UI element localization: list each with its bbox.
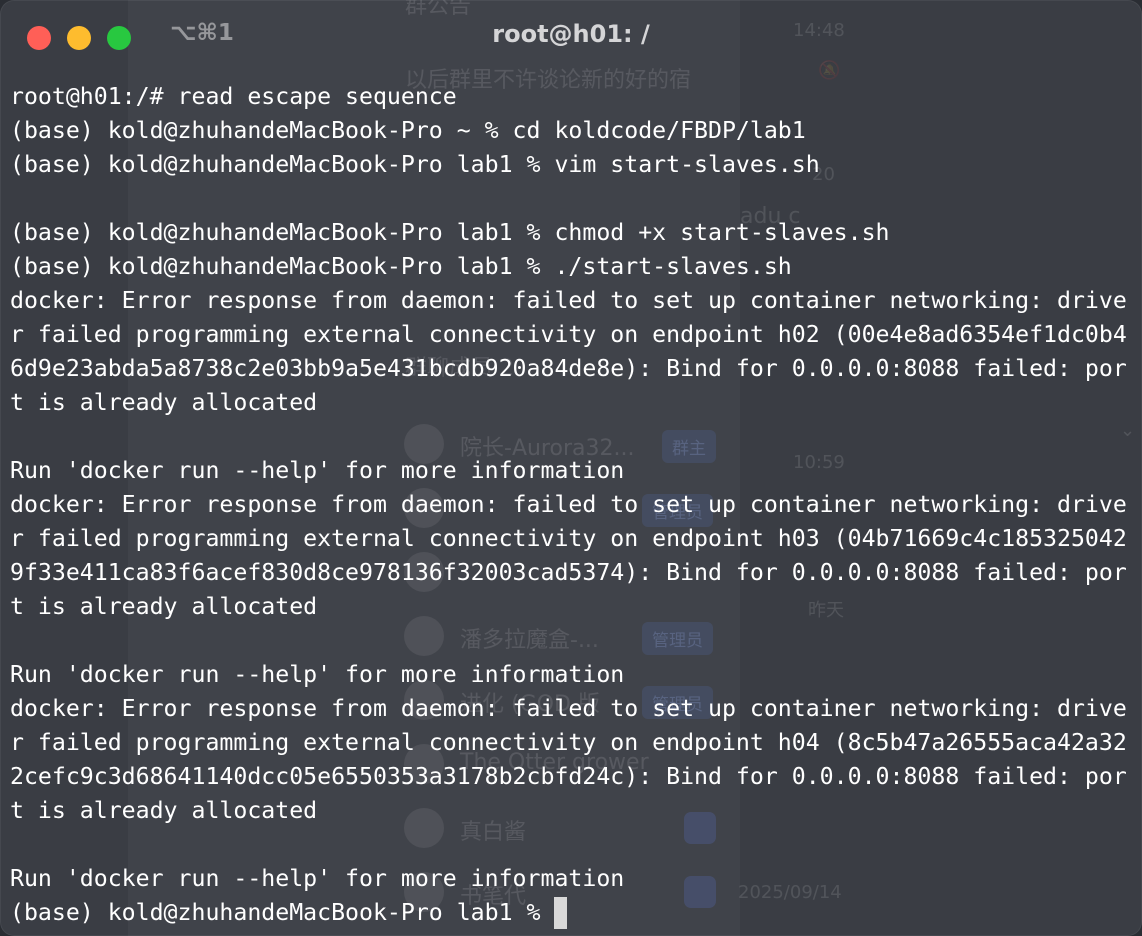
terminal-line: docker: Error response from daemon: fail… xyxy=(10,287,1127,314)
terminal-line: Run 'docker run --help' for more informa… xyxy=(10,865,625,892)
title-bar[interactable]: ⌥⌘1 root@h01: / xyxy=(0,0,1142,76)
terminal-line: (base) kold@zhuhandeMacBook-Pro lab1 % v… xyxy=(10,151,820,178)
terminal-output[interactable]: root@h01:/# read escape sequence (base) … xyxy=(10,80,1135,932)
terminal-line: (base) kold@zhuhandeMacBook-Pro lab1 % .… xyxy=(10,253,792,280)
terminal-line: docker: Error response from daemon: fail… xyxy=(10,491,1127,518)
terminal-line: 6d9e23abda5a8738c2e03bb9a5e431bcdb920a84… xyxy=(10,355,1127,382)
terminal-line: (base) kold@zhuhandeMacBook-Pro lab1 % c… xyxy=(10,219,890,246)
terminal-line: r failed programming external connectivi… xyxy=(10,729,1127,756)
terminal-line: root@h01:/# read escape sequence xyxy=(10,83,457,110)
terminal-cursor[interactable] xyxy=(554,897,568,929)
terminal-line: t is already allocated xyxy=(10,389,318,416)
terminal-line: r failed programming external connectivi… xyxy=(10,321,1127,348)
terminal-line: 2cefc9c3d68641140dcc05e6550353a3178b2cbf… xyxy=(10,763,1127,790)
terminal-line: (base) kold@zhuhandeMacBook-Pro ~ % cd k… xyxy=(10,117,806,144)
terminal-prompt: (base) kold@zhuhandeMacBook-Pro lab1 % xyxy=(10,899,555,926)
terminal-line: 9f33e411ca83f6acef830d8ce978136f32003cad… xyxy=(10,559,1127,586)
window-title: root@h01: / xyxy=(492,20,650,48)
terminal-line: Run 'docker run --help' for more informa… xyxy=(10,661,625,688)
terminal-line: docker: Error response from daemon: fail… xyxy=(10,695,1127,722)
terminal-prompt-line[interactable]: (base) kold@zhuhandeMacBook-Pro lab1 % xyxy=(10,896,1135,930)
terminal-line: r failed programming external connectivi… xyxy=(10,525,1127,552)
terminal-window: 群公告 14:48 以后群里不许谈论新的好的宿 🔕 20 adu c 群聊成员 … xyxy=(0,0,1142,936)
terminal-line: t is already allocated xyxy=(10,593,318,620)
terminal-line: t is already allocated xyxy=(10,797,318,824)
terminal-line: Run 'docker run --help' for more informa… xyxy=(10,457,625,484)
